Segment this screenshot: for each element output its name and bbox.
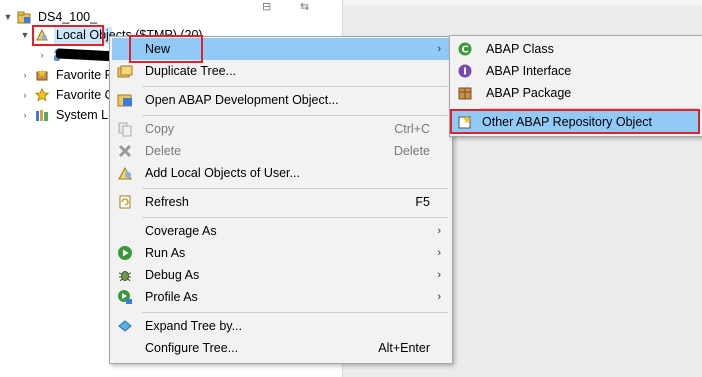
expand-chevron-icon[interactable]: › (20, 105, 30, 125)
menu-item-open-abap-object[interactable]: Open ABAP Development Object... (112, 89, 450, 111)
menu-item-refresh[interactable]: Refresh F5 (112, 191, 450, 213)
link-icon[interactable]: ⇆ (300, 0, 309, 13)
submenu-item-abap-package[interactable]: ABAP Package (452, 82, 700, 104)
menu-separator (142, 115, 448, 116)
refresh-icon (117, 194, 133, 210)
menu-item-coverage-as[interactable]: Coverage As › (112, 220, 450, 242)
menu-separator (142, 188, 448, 189)
abap-class-icon: C (457, 41, 473, 57)
menu-item-debug-as[interactable]: Debug As › (112, 264, 450, 286)
add-local-objects-icon (117, 165, 133, 181)
menu-item-expand-tree[interactable]: Expand Tree by... (112, 315, 450, 337)
menu-separator (142, 86, 448, 87)
submenu-arrow-icon: › (437, 225, 441, 237)
submenu-arrow-icon: › (437, 291, 441, 303)
menu-item-copy[interactable]: Copy Ctrl+C (112, 118, 450, 140)
collapse-icon[interactable]: ⊟ (262, 0, 271, 13)
new-submenu: C ABAP Class I ABAP Interface ABAP Packa… (449, 35, 702, 137)
expand-tree-diamond-icon (117, 318, 133, 334)
local-objects-icon (35, 28, 49, 42)
system-library-icon (35, 108, 49, 122)
abap-project-icon (17, 10, 31, 24)
debug-bug-icon (117, 267, 133, 283)
delete-icon (117, 143, 133, 159)
tree-item-label: Favorite P (56, 68, 113, 82)
star-icon (35, 88, 49, 102)
expand-chevron-icon[interactable]: › (20, 65, 30, 85)
menu-item-run-as[interactable]: Run As › (112, 242, 450, 264)
menu-item-profile-as[interactable]: Profile As › (112, 286, 450, 308)
duplicate-folder-icon (117, 63, 133, 79)
expand-chevron-icon[interactable]: ▼ (3, 7, 13, 27)
menu-separator (142, 217, 448, 218)
submenu-arrow-icon: › (437, 269, 441, 281)
svg-text:C: C (461, 45, 468, 56)
menu-separator (480, 108, 698, 109)
submenu-arrow-icon: › (437, 247, 441, 259)
repository-object-icon (457, 114, 473, 130)
tree-item-label: Favorite O (56, 88, 115, 102)
favorite-packages-icon (35, 68, 49, 82)
menu-item-add-local-objects[interactable]: Add Local Objects of User... (112, 162, 450, 184)
abap-package-icon (457, 85, 473, 101)
tree-item-label: System Li (56, 108, 111, 122)
expand-chevron-icon[interactable]: › (37, 45, 47, 65)
submenu-item-other-abap-repository-object[interactable]: Other ABAP Repository Object (452, 111, 700, 133)
menu-item-new[interactable]: New › (112, 38, 450, 60)
profile-icon (117, 289, 133, 305)
submenu-item-abap-class[interactable]: C ABAP Class (452, 38, 700, 60)
menu-item-delete[interactable]: Delete Delete (112, 140, 450, 162)
run-icon (117, 245, 133, 261)
expand-chevron-icon[interactable]: ▼ (20, 25, 30, 45)
submenu-item-abap-interface[interactable]: I ABAP Interface (452, 60, 700, 82)
submenu-arrow-icon: › (437, 43, 441, 55)
open-object-icon (117, 92, 133, 108)
expand-chevron-icon[interactable]: › (20, 85, 30, 105)
tree-root-label: DS4_100_ (38, 10, 98, 24)
editor-tab-strip (343, 0, 702, 6)
menu-separator (142, 312, 448, 313)
copy-icon (117, 121, 133, 137)
svg-text:I: I (463, 67, 467, 78)
abap-interface-icon: I (457, 63, 473, 79)
menu-item-duplicate-tree[interactable]: Duplicate Tree... (112, 60, 450, 82)
context-menu: New › Duplicate Tree... Open ABAP Develo… (109, 36, 453, 364)
menu-item-configure-tree[interactable]: Configure Tree... Alt+Enter (112, 337, 450, 359)
